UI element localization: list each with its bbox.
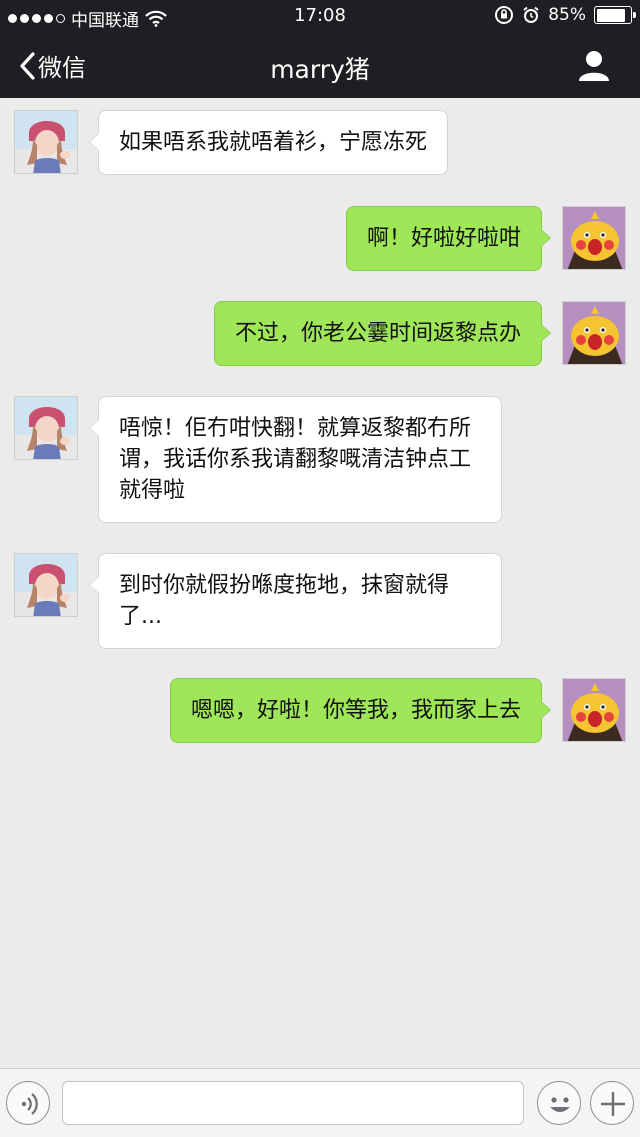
outgoing-message[interactable]: 嗯嗯，好啦！你等我，我而家上去: [169, 678, 552, 743]
voice-button[interactable]: [6, 1081, 50, 1125]
emoji-icon: [550, 1097, 570, 1112]
input-bar: [0, 1068, 640, 1137]
top-bar: 中国联通 17:08 85% 微信 marry猪: [0, 0, 640, 98]
battery-icon: [594, 6, 636, 24]
my-avatar[interactable]: [562, 301, 626, 365]
incoming-message[interactable]: 到时你就假扮喺度拖地，抹窗就得了...: [89, 553, 502, 649]
plus-icon: [601, 1092, 625, 1116]
nav-bar: 微信 marry猪: [0, 34, 640, 98]
more-button[interactable]: [590, 1081, 634, 1125]
outgoing-message[interactable]: 啊！好啦好啦咁: [345, 206, 552, 271]
incoming-message[interactable]: 唔惊！佢冇咁快翻！就算返黎都冇所谓，我话你系我请翻黎嘅清洁钟点工就得啦: [89, 396, 502, 523]
voice-icon: [21, 1093, 38, 1115]
outgoing-message[interactable]: 不过，你老公霎时间返黎点办: [213, 301, 552, 366]
status-right: 85%: [494, 5, 636, 25]
battery-percent: 85%: [548, 5, 586, 25]
chat-area[interactable]: 如果唔系我就唔着衫，宁愿冻死 啊！好啦好啦咁 不过，你老公霎时间返黎点办 唔惊！…: [0, 98, 640, 1068]
person-icon[interactable]: [576, 48, 612, 84]
message-input[interactable]: [62, 1081, 524, 1125]
my-avatar[interactable]: [562, 206, 626, 270]
contact-avatar[interactable]: [14, 110, 78, 174]
status-bar: 中国联通 17:08 85%: [0, 0, 640, 34]
contact-avatar[interactable]: [14, 553, 78, 617]
alarm-icon: [523, 6, 539, 23]
contact-avatar[interactable]: [14, 396, 78, 460]
battery-fill: [596, 8, 625, 22]
my-avatar[interactable]: [562, 678, 626, 742]
incoming-message[interactable]: 如果唔系我就唔着衫，宁愿冻死: [88, 110, 449, 175]
orientation-lock-icon: [495, 6, 514, 24]
emoji-button[interactable]: [537, 1081, 581, 1125]
chat-title: marry猪: [270, 55, 370, 84]
